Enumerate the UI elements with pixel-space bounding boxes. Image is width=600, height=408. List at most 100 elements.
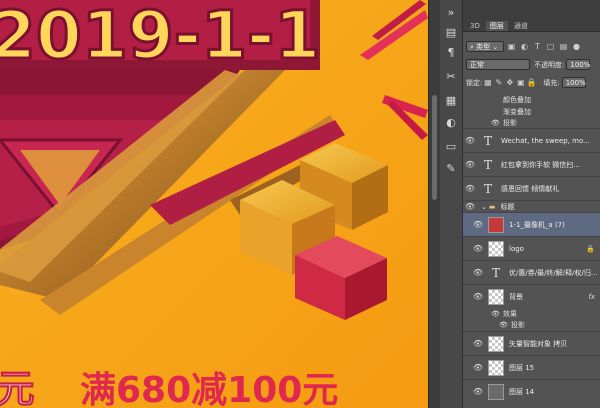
layer-name: 图层 15 <box>509 363 535 372</box>
svg-text:2019-1-1: 2019-1-1 <box>0 0 320 74</box>
layer-group-row[interactable]: 👁 ⌄ ▬ 标题 <box>463 200 600 212</box>
brush-panel-icon[interactable]: ✎ <box>442 160 460 178</box>
eye-icon[interactable]: 👁 <box>471 292 485 301</box>
layer-thumbnail <box>488 335 504 352</box>
filter-select-value: 类型 <box>476 43 491 51</box>
layer-row[interactable]: 👁 图层 15 <box>463 355 600 379</box>
filter-smart-object-icon[interactable]: ▤ <box>558 41 569 52</box>
lock-all-icon[interactable]: 🔒 <box>526 77 537 88</box>
lock-transparent-icon[interactable]: ▦ <box>482 77 493 88</box>
filter-pixel-icon[interactable]: ▣ <box>506 41 517 52</box>
layer-row[interactable]: 👁 T 优/惠/券/最/终/解/释/权/归... <box>463 260 600 284</box>
text-layer-icon: T <box>483 133 492 148</box>
svg-text:满680减100元: 满680减100元 <box>80 370 338 408</box>
chevron-down-icon[interactable]: ⌄ <box>481 203 487 211</box>
layer-thumbnail <box>488 240 504 257</box>
lock-label: 锁定: <box>466 78 483 87</box>
filter-shape-icon[interactable]: ▢ <box>545 41 556 52</box>
history-panel-icon[interactable]: ▤ <box>442 24 460 42</box>
fill-label: 填充: <box>543 78 560 87</box>
layer-row[interactable]: 👁 矢量智能对象 拷贝 <box>463 331 600 355</box>
tab-layers[interactable]: 图层 <box>485 21 508 31</box>
opacity-label: 不透明度: <box>534 60 565 69</box>
poster-artwork: 2019-1-1 0元 满680减100元 <box>0 0 428 408</box>
layer-row[interactable]: 👁 T 感恩回馈 倾情献礼 <box>463 176 600 200</box>
layer-row[interactable]: 👁 T Wechat, the sweep, mo... <box>463 128 600 152</box>
layer-name: 优/惠/券/最/终/解/释/权/归... <box>509 268 598 277</box>
eye-icon[interactable]: 👁 <box>491 310 503 318</box>
collapse-panels-icon[interactable]: » <box>442 4 460 22</box>
layer-filter-select[interactable]: ⌕ 类型 ⌄ <box>466 41 504 52</box>
eye-icon[interactable]: 👁 <box>471 387 485 396</box>
filter-adjustment-icon[interactable]: ◐ <box>519 41 530 52</box>
filter-toggle-icon[interactable]: ● <box>571 41 582 52</box>
layer-row-selected[interactable]: 👁 1-1_摄像机_a (7) <box>463 212 600 236</box>
text-layer-icon: T <box>483 181 492 196</box>
layer-name: Wechat, the sweep, mo... <box>501 136 590 145</box>
layer-name: 图层 14 <box>509 387 535 396</box>
eye-icon[interactable]: 👁 <box>499 321 511 329</box>
folder-icon: ▬ <box>488 202 496 211</box>
styles-panel-icon[interactable]: ▭ <box>442 138 460 156</box>
layer-filter-row: ⌕ 类型 ⌄ ▣ ◐ T ▢ ▤ ● <box>463 41 600 52</box>
eye-icon[interactable]: 👁 <box>463 136 477 145</box>
eye-icon[interactable]: 👁 <box>471 339 485 348</box>
layer-name: 背景 <box>509 292 523 301</box>
layer-row[interactable]: 👁 T 红包拿到你手软 微信扫... <box>463 152 600 176</box>
effect-color-overlay[interactable]: 颜色叠加 <box>503 94 600 105</box>
layer-name: 感恩回馈 倾情献礼 <box>501 184 560 193</box>
effect-shadow-label: 投影 <box>503 118 517 127</box>
lock-icon: 🔒 <box>586 244 595 253</box>
effects-label: 效果 <box>503 309 517 318</box>
layer-row[interactable]: 👁 logo 🔒 <box>463 236 600 260</box>
panel-tabs: 3D 图层 通道 <box>463 0 600 32</box>
eye-icon[interactable]: 👁 <box>463 184 477 193</box>
fill-field[interactable]: 100% <box>561 77 586 88</box>
layer-thumbnail <box>488 383 504 400</box>
svg-text:0元: 0元 <box>0 367 34 408</box>
eye-icon[interactable]: 👁 <box>471 220 485 229</box>
effect-drop-shadow-top[interactable]: 👁 投影 <box>491 117 600 128</box>
panel-icon-strip: » ▤ ¶ ✂ ▦ ◐ ▭ ✎ <box>440 0 463 408</box>
blend-mode-value: 正常 <box>470 61 484 69</box>
eye-icon[interactable]: 👁 <box>463 160 477 169</box>
scrollbar-thumb[interactable] <box>432 95 437 200</box>
lock-image-icon[interactable]: ✎ <box>493 77 504 88</box>
eye-icon[interactable]: 👁 <box>463 202 477 211</box>
effect-shadow-label: 投影 <box>511 320 525 329</box>
title-date-text: 2019-1-1 <box>0 0 322 76</box>
eye-icon[interactable]: 👁 <box>471 268 485 277</box>
tool-presets-icon[interactable]: ✂ <box>442 68 460 86</box>
opacity-field[interactable]: 100% <box>566 59 590 70</box>
layer-name: logo <box>509 244 524 253</box>
group-name: 标题 <box>500 202 515 211</box>
eye-icon[interactable]: 👁 <box>491 119 503 127</box>
effect-gradient-overlay[interactable]: 渐变叠加 <box>503 106 600 117</box>
layer-thumbnail <box>488 288 504 305</box>
layer-name: 矢量智能对象 拷贝 <box>509 339 568 348</box>
text-layer-icon: T <box>491 265 500 280</box>
effects-label-row: 👁 效果 <box>491 308 600 319</box>
document-canvas[interactable]: 2019-1-1 0元 满680减100元 <box>0 0 428 408</box>
layers-panel: 3D 图层 通道 ⌕ 类型 ⌄ ▣ ◐ T ▢ ▤ ● 正常 不透明度: 100… <box>463 0 600 408</box>
fx-icon[interactable]: fx <box>588 293 595 301</box>
layer-name: 红包拿到你手软 微信扫... <box>501 160 580 169</box>
effect-drop-shadow-bg[interactable]: 👁 投影 <box>499 319 600 330</box>
layer-row[interactable]: 👁 背景 fx <box>463 284 600 308</box>
layer-thumbnail <box>488 359 504 376</box>
blend-mode-select[interactable]: 正常 <box>466 59 530 70</box>
eye-icon[interactable]: 👁 <box>471 244 485 253</box>
paragraph-panel-icon[interactable]: ¶ <box>442 44 460 62</box>
text-layer-icon: T <box>483 157 492 172</box>
adjustments-panel-icon[interactable]: ◐ <box>442 114 460 132</box>
lock-artboard-icon[interactable]: ▣ <box>515 77 526 88</box>
tab-3d[interactable]: 3D <box>466 21 484 31</box>
tab-channels[interactable]: 通道 <box>510 21 532 31</box>
filter-type-icon[interactable]: T <box>532 41 543 52</box>
blend-opacity-row: 正常 不透明度: 100% <box>463 59 600 70</box>
layer-row[interactable]: 👁 图层 14 <box>463 379 600 403</box>
lock-position-icon[interactable]: ✥ <box>504 77 515 88</box>
properties-panel-icon[interactable]: ▦ <box>442 92 460 110</box>
eye-icon[interactable]: 👁 <box>471 363 485 372</box>
layer-name: 1-1_摄像机_a (7) <box>509 220 565 229</box>
